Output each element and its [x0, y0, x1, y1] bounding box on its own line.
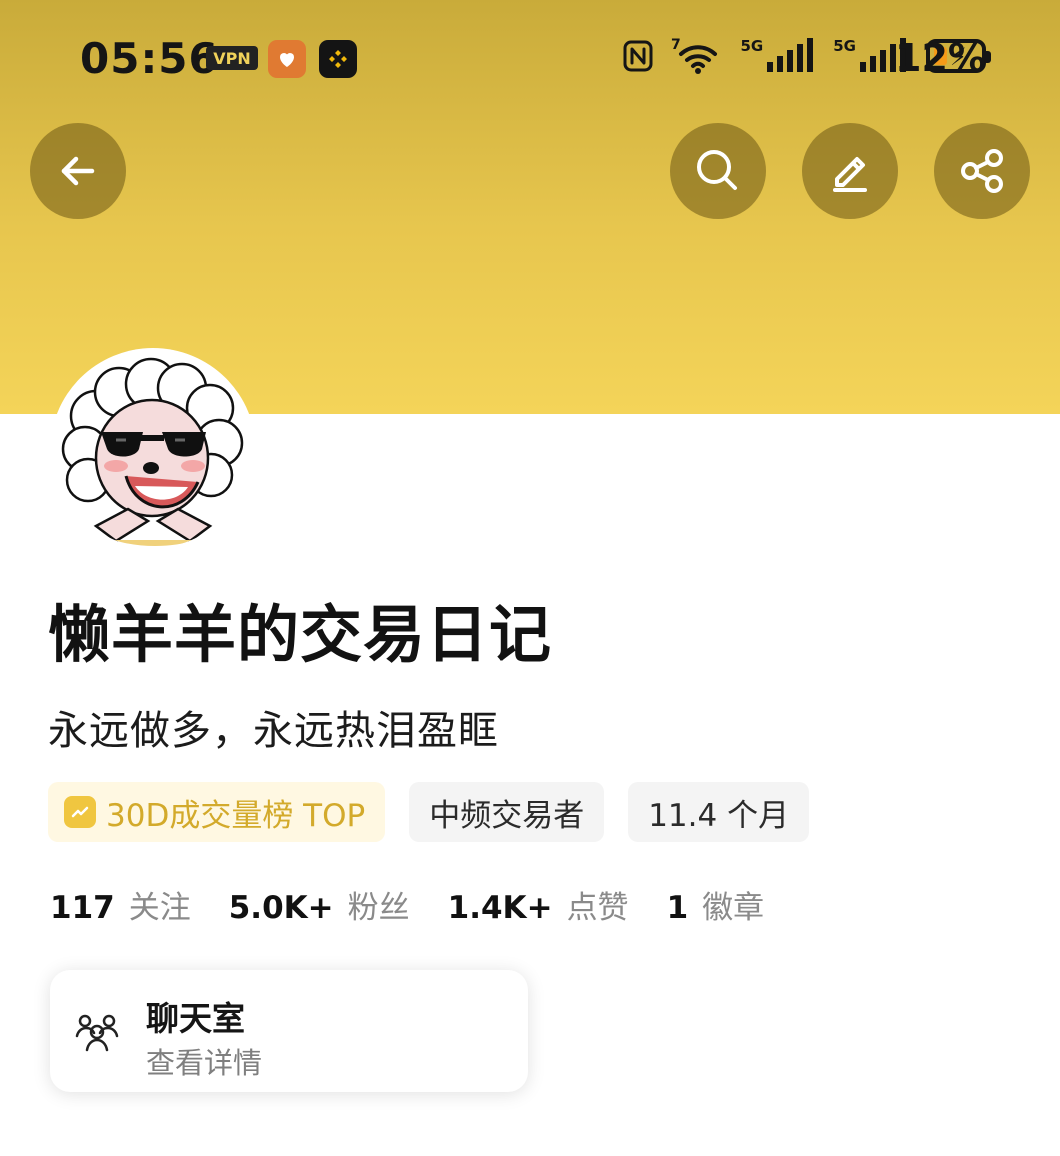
stat-value: 117 — [50, 890, 115, 926]
search-button[interactable] — [670, 123, 766, 219]
heart-app-icon — [268, 40, 306, 78]
status-bar: 05:56 VPN 7 5G 5G ⚡ 12% — [0, 0, 1060, 118]
profile-bio: 永远做多，永远热泪盈眶 — [48, 708, 499, 754]
stat-label: 关注 — [128, 890, 191, 926]
nfc-icon — [621, 39, 655, 73]
stat-label: 点赞 — [566, 890, 629, 926]
network-type-1: 5G — [740, 37, 764, 55]
share-icon — [961, 149, 1003, 193]
profile-tags: 30D成交量榜 TOP 中频交易者 11.4 个月 — [48, 782, 810, 842]
tag-top-volume[interactable]: 30D成交量榜 TOP — [48, 782, 386, 842]
stat-likes[interactable]: 1.4K+ 点赞 — [448, 882, 629, 927]
tag-label: 30D成交量榜 TOP — [106, 797, 366, 834]
back-button[interactable] — [30, 123, 126, 219]
status-time: 05:56 — [80, 34, 219, 83]
pencil-icon — [833, 157, 867, 192]
cellular-signal-1-icon: 5G — [740, 37, 818, 74]
share-button[interactable] — [934, 123, 1030, 219]
group-icon — [75, 1014, 119, 1052]
vpn-badge: VPN — [206, 46, 258, 70]
stat-value: 1.4K+ — [447, 890, 553, 926]
tag-trader-frequency[interactable]: 中频交易者 — [409, 782, 605, 842]
avatar[interactable] — [56, 354, 250, 548]
network-type-2: 5G — [833, 37, 856, 55]
stat-following[interactable]: 117 关注 — [50, 882, 191, 927]
tag-label: 11.4 个月 — [648, 797, 790, 834]
search-icon — [697, 150, 737, 190]
stat-value: 5.0K+ — [228, 890, 334, 926]
battery-percentage: 12% — [895, 36, 986, 80]
chatroom-card[interactable]: 聊天室 查看详情 — [50, 970, 528, 1092]
profile-stats: 117 关注 5.0K+ 粉丝 1.4K+ 点赞 1 徽章 — [50, 882, 764, 927]
stat-followers[interactable]: 5.0K+ 粉丝 — [229, 882, 410, 927]
chatroom-title: 聊天室 — [146, 999, 245, 1038]
profile-name: 懒羊羊的交易日记 — [48, 598, 553, 671]
chart-up-icon — [64, 796, 96, 828]
stat-value: 1 — [666, 890, 689, 926]
avatar-border[interactable] — [50, 348, 256, 554]
binance-app-icon — [319, 40, 357, 78]
tag-account-age[interactable]: 11.4 个月 — [628, 782, 810, 842]
stat-label: 徽章 — [702, 890, 765, 926]
chatroom-subtitle: 查看详情 — [146, 1046, 263, 1080]
battery-cap — [986, 51, 991, 63]
arrow-left-icon — [61, 156, 95, 186]
tag-label: 中频交易者 — [429, 797, 585, 834]
wifi-icon: 7 — [671, 36, 725, 76]
stat-label: 粉丝 — [347, 890, 410, 926]
wifi-badge: 7 — [671, 37, 681, 53]
edit-profile-button[interactable] — [802, 123, 898, 219]
stat-badges[interactable]: 1 徽章 — [667, 882, 765, 927]
